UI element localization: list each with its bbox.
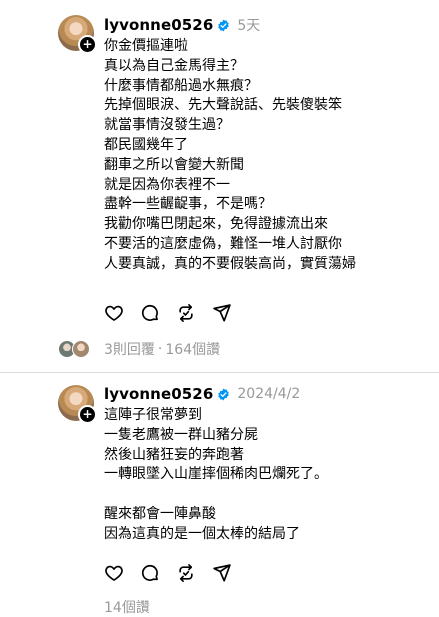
post-line: 真以為自己金馬得主？ [104, 57, 244, 74]
repost-button[interactable] [176, 303, 196, 323]
profile-avatar[interactable]: + [58, 15, 97, 54]
post-line: 一轉眼墜入山崖摔個稀肉巴爛死了。 [104, 466, 328, 483]
profile-avatar[interactable]: + [58, 385, 97, 424]
post-line: 然後山豬狂妄的奔跑著 [104, 446, 244, 463]
post-line: 我勸你嘴巴閉起來，免得證據流出來 [104, 216, 328, 233]
post-stats: 3則回覆 · 164個讚 [104, 339, 220, 359]
post-line: 就當事情沒發生過？ [104, 117, 230, 134]
thread-post-2: + lyvonne0526 2024/4/2 這陣子很常夢到 一隻老鷹被一群山豬… [0, 373, 439, 616]
share-icon [213, 564, 231, 582]
post-line: 人要真誠，真的不要假裝高尚，實質蕩婦 [104, 255, 356, 272]
thread-post-1: + lyvonne0526 5天 你金價摳連啦 真以為自己金馬得主？ 什麼事情都… [0, 0, 439, 372]
like-button[interactable] [104, 303, 124, 323]
reply-count[interactable]: 3則回覆 [104, 339, 155, 359]
plus-icon[interactable]: + [78, 35, 97, 54]
share-icon [213, 304, 231, 322]
post-header: lyvonne0526 2024/4/2 [104, 383, 300, 405]
comment-icon [141, 304, 158, 321]
comment-button[interactable] [140, 563, 160, 583]
username[interactable]: lyvonne0526 [104, 385, 213, 403]
heart-icon [105, 305, 123, 321]
post-line: 醒來都會一陣鼻酸 [104, 505, 216, 522]
repost-icon [179, 304, 193, 322]
post-line: 盡幹一些齷齪事，不是嗎？ [104, 196, 272, 213]
post-line: 什麼事情都船過水無痕？ [104, 77, 258, 94]
comment-icon [141, 564, 158, 581]
repost-button[interactable] [176, 563, 196, 583]
post-line: 不要活的這麼虛偽，難怪一堆人討厭你 [104, 235, 342, 252]
replier-avatar[interactable] [72, 340, 90, 358]
post-line: 這陣子很常夢到 [104, 407, 202, 423]
post-actions [104, 563, 232, 583]
replier-avatars[interactable] [58, 338, 92, 358]
comment-button[interactable] [140, 303, 160, 323]
post-actions [104, 303, 232, 323]
share-button[interactable] [212, 563, 232, 583]
username[interactable]: lyvonne0526 [104, 16, 213, 34]
like-count[interactable]: 164個讚 [165, 339, 220, 359]
verified-badge-icon [218, 388, 230, 400]
stats-separator: · [157, 341, 163, 357]
post-header: lyvonne0526 5天 [104, 14, 260, 36]
verified-badge-icon [218, 19, 230, 31]
like-count[interactable]: 14個讚 [104, 597, 150, 617]
repost-icon [179, 564, 193, 582]
post-line: 翻車之所以會變大新聞 [104, 156, 244, 173]
like-button[interactable] [104, 563, 124, 583]
post-line: 因為這真的是一個太棒的結局了 [104, 525, 300, 542]
post-line: 都民國幾年了 [104, 136, 188, 153]
post-body: 你金價摳連啦 真以為自己金馬得主？ 什麼事情都船過水無痕？ 先掉個眼淚、先大聲說… [104, 37, 356, 275]
post-line: 就是因為你表裡不一 [104, 176, 230, 193]
plus-icon[interactable]: + [78, 405, 97, 424]
post-line: 你金價摳連啦 [104, 38, 188, 54]
post-body: 這陣子很常夢到 一隻老鷹被一群山豬分屍 然後山豬狂妄的奔跑著 一轉眼墜入山崖摔個… [104, 406, 328, 545]
post-line [104, 485, 328, 505]
share-button[interactable] [212, 303, 232, 323]
post-timestamp[interactable]: 5天 [237, 15, 260, 35]
heart-icon [105, 565, 123, 581]
post-stats: 14個讚 [104, 597, 150, 617]
post-line: 先掉個眼淚、先大聲說話、先裝傻裝笨 [104, 97, 342, 114]
post-timestamp[interactable]: 2024/4/2 [237, 386, 300, 402]
post-line: 一隻老鷹被一群山豬分屍 [104, 426, 258, 443]
